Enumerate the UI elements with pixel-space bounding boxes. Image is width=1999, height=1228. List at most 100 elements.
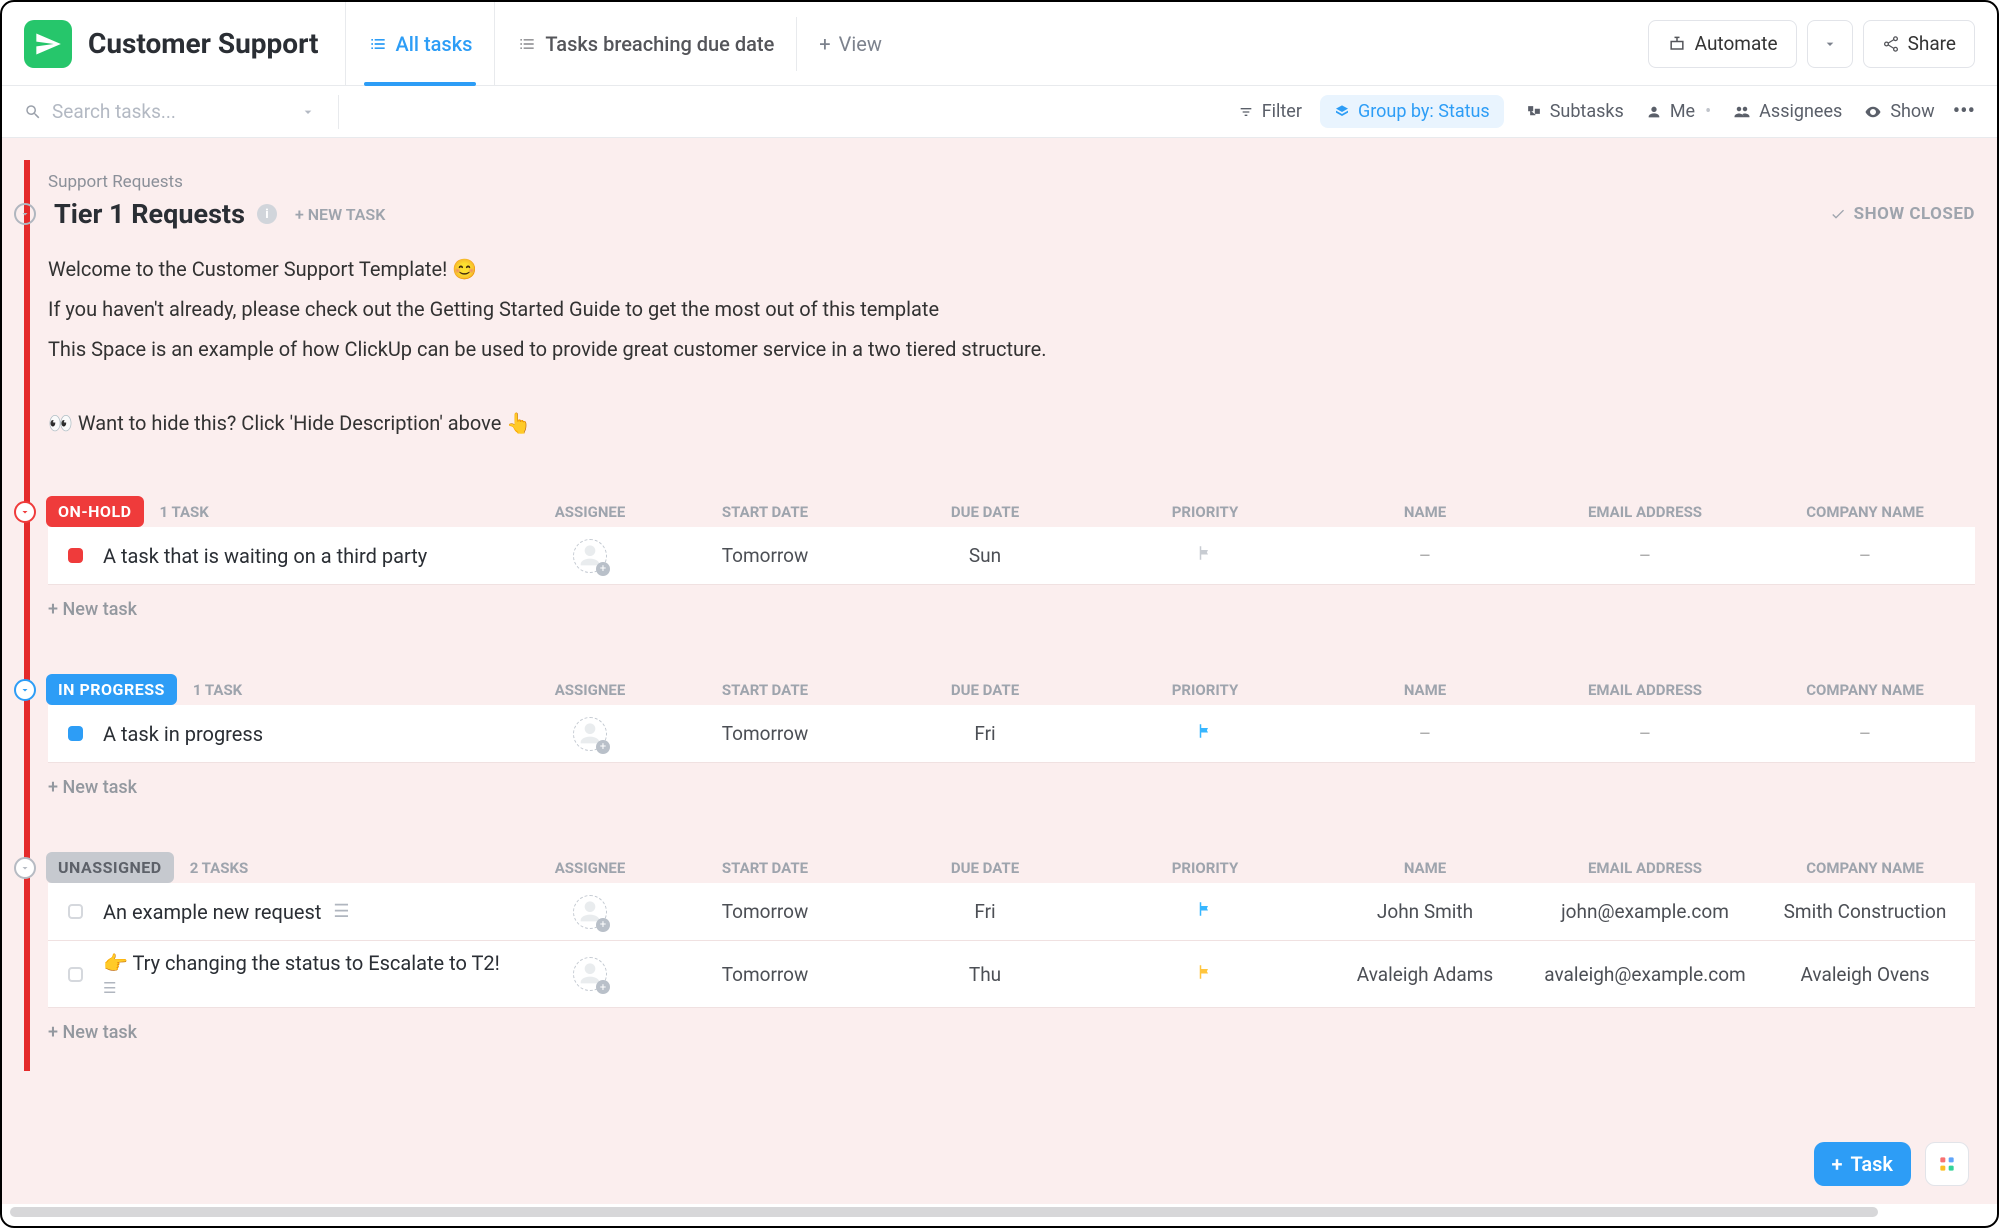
tab-label: Tasks breaching due date: [545, 32, 774, 56]
col-due-date[interactable]: DUE DATE: [875, 681, 1095, 699]
filter-button[interactable]: Filter: [1238, 101, 1302, 122]
name-cell[interactable]: Avaleigh Adams: [1315, 963, 1535, 986]
email-cell[interactable]: –: [1535, 544, 1755, 567]
info-icon[interactable]: i: [257, 204, 277, 224]
start-date-cell[interactable]: Tomorrow: [655, 722, 875, 745]
more-menu[interactable]: •••: [1953, 99, 1975, 124]
status-chip[interactable]: UNASSIGNED: [46, 852, 174, 883]
task-title[interactable]: A task that is waiting on a third party: [103, 544, 525, 568]
col-email[interactable]: EMAIL ADDRESS: [1535, 681, 1755, 699]
status-chip[interactable]: ON-HOLD: [46, 496, 144, 527]
email-cell[interactable]: –: [1535, 722, 1755, 745]
start-date-cell[interactable]: Tomorrow: [655, 544, 875, 567]
tab-breaching[interactable]: Tasks breaching due date: [494, 2, 796, 85]
create-task-fab[interactable]: + Task: [1814, 1142, 1912, 1186]
col-start-date[interactable]: START DATE: [655, 681, 875, 699]
col-priority[interactable]: PRIORITY: [1095, 503, 1315, 521]
col-assignee[interactable]: ASSIGNEE: [525, 859, 655, 877]
task-title[interactable]: An example new request☰: [103, 900, 525, 924]
collapse-group-toggle[interactable]: [14, 501, 36, 523]
task-row[interactable]: A task that is waiting on a third party …: [48, 527, 1975, 585]
collapse-group-toggle[interactable]: [14, 679, 36, 701]
task-row[interactable]: A task in progress Tomorrow Fri – – –: [48, 705, 1975, 763]
company-cell[interactable]: –: [1755, 544, 1975, 567]
start-date-cell[interactable]: Tomorrow: [655, 900, 875, 923]
status-square-icon[interactable]: [68, 967, 83, 982]
col-email[interactable]: EMAIL ADDRESS: [1535, 859, 1755, 877]
due-date-cell[interactable]: Thu: [875, 963, 1095, 986]
assignee-cell[interactable]: [525, 957, 655, 991]
col-start-date[interactable]: START DATE: [655, 859, 875, 877]
robot-icon: [1667, 34, 1687, 54]
horizontal-scrollbar[interactable]: [6, 1204, 1993, 1220]
company-cell[interactable]: Smith Construction: [1755, 900, 1975, 923]
list-title[interactable]: Tier 1 Requests: [54, 198, 245, 230]
priority-cell[interactable]: [1095, 900, 1315, 923]
col-email[interactable]: EMAIL ADDRESS: [1535, 503, 1755, 521]
new-task-row[interactable]: + New task: [48, 599, 1975, 620]
status-square-icon[interactable]: [68, 726, 83, 741]
status-square-icon[interactable]: [68, 548, 83, 563]
collapse-group-toggle[interactable]: [14, 857, 36, 879]
company-cell[interactable]: Avaleigh Ovens: [1755, 963, 1975, 986]
collapse-list-toggle[interactable]: [14, 203, 36, 225]
start-date-cell[interactable]: Tomorrow: [655, 963, 875, 986]
add-view-button[interactable]: + View: [796, 17, 904, 71]
view-tabs: All tasks Tasks breaching due date + Vie…: [345, 2, 904, 85]
email-cell[interactable]: john@example.com: [1535, 900, 1755, 923]
due-date-cell[interactable]: Fri: [875, 900, 1095, 923]
priority-cell[interactable]: [1095, 544, 1315, 567]
group-by-button[interactable]: Group by: Status: [1320, 95, 1504, 128]
share-label: Share: [1908, 32, 1956, 55]
tab-all-tasks[interactable]: All tasks: [345, 2, 495, 85]
check-icon: [1830, 206, 1846, 222]
task-row[interactable]: 👉 Try changing the status to Escalate to…: [48, 941, 1975, 1008]
automate-dropdown[interactable]: [1807, 20, 1853, 68]
col-company[interactable]: COMPANY NAME: [1755, 681, 1975, 699]
company-cell[interactable]: –: [1755, 722, 1975, 745]
col-priority[interactable]: PRIORITY: [1095, 859, 1315, 877]
search-box[interactable]: [24, 100, 282, 123]
share-button[interactable]: Share: [1863, 20, 1975, 68]
col-due-date[interactable]: DUE DATE: [875, 859, 1095, 877]
col-company[interactable]: COMPANY NAME: [1755, 859, 1975, 877]
status-square-icon[interactable]: [68, 904, 83, 919]
priority-cell[interactable]: [1095, 963, 1315, 986]
new-task-row[interactable]: + New task: [48, 1022, 1975, 1043]
task-row[interactable]: An example new request☰ Tomorrow Fri Joh…: [48, 883, 1975, 941]
task-title[interactable]: 👉 Try changing the status to Escalate to…: [103, 951, 525, 997]
automate-button[interactable]: Automate: [1648, 20, 1797, 68]
name-cell[interactable]: –: [1315, 544, 1535, 567]
email-cell[interactable]: avaleigh@example.com: [1535, 963, 1755, 986]
due-date-cell[interactable]: Sun: [875, 544, 1095, 567]
due-date-cell[interactable]: Fri: [875, 722, 1095, 745]
new-task-row[interactable]: + New task: [48, 777, 1975, 798]
col-assignee[interactable]: ASSIGNEE: [525, 681, 655, 699]
col-priority[interactable]: PRIORITY: [1095, 681, 1315, 699]
show-button[interactable]: Show: [1864, 101, 1934, 122]
assignee-cell[interactable]: [525, 539, 655, 573]
col-assignee[interactable]: ASSIGNEE: [525, 503, 655, 521]
assignee-cell[interactable]: [525, 895, 655, 929]
search-scope-dropdown[interactable]: [300, 95, 339, 129]
name-cell[interactable]: John Smith: [1315, 900, 1535, 923]
apps-fab[interactable]: [1925, 1142, 1969, 1186]
new-task-button[interactable]: + NEW TASK: [295, 205, 385, 224]
me-button[interactable]: Me: [1646, 101, 1695, 122]
col-name[interactable]: NAME: [1315, 503, 1535, 521]
assignees-button[interactable]: Assignees: [1733, 101, 1842, 122]
col-name[interactable]: NAME: [1315, 859, 1535, 877]
status-chip[interactable]: IN PROGRESS: [46, 674, 177, 705]
priority-cell[interactable]: [1095, 722, 1315, 745]
subtasks-button[interactable]: Subtasks: [1526, 101, 1624, 122]
assignee-cell[interactable]: [525, 717, 655, 751]
search-input[interactable]: [52, 100, 282, 123]
task-title[interactable]: A task in progress: [103, 722, 525, 746]
col-company[interactable]: COMPANY NAME: [1755, 503, 1975, 521]
col-name[interactable]: NAME: [1315, 681, 1535, 699]
breadcrumb[interactable]: Support Requests: [48, 172, 1975, 192]
name-cell[interactable]: –: [1315, 722, 1535, 745]
show-closed-toggle[interactable]: SHOW CLOSED: [1830, 204, 1975, 224]
col-start-date[interactable]: START DATE: [655, 503, 875, 521]
col-due-date[interactable]: DUE DATE: [875, 503, 1095, 521]
